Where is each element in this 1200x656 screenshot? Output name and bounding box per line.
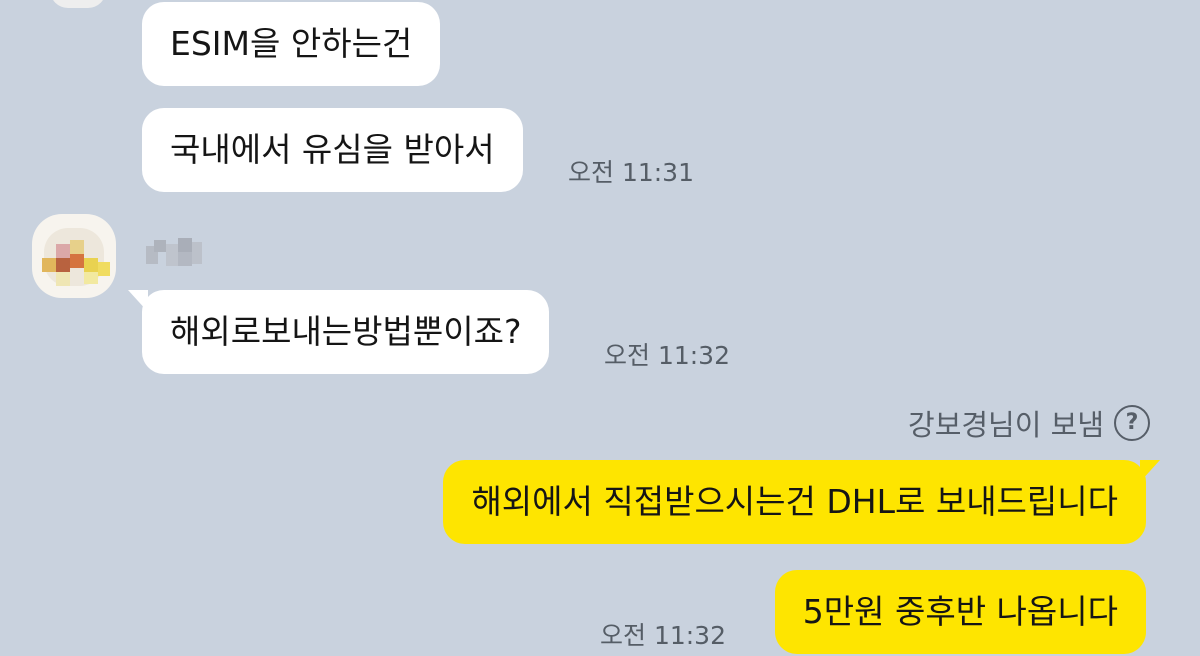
message-bubble-incoming[interactable]: 국내에서 유심을 받아서 — [142, 108, 523, 192]
message-timestamp: 오전 11:32 — [600, 621, 726, 650]
message-text: ESIM을 안하는건 — [170, 24, 413, 63]
message-bubble-outgoing[interactable]: 해외에서 직접받으시는건 DHL로 보내드립니다 — [443, 460, 1160, 544]
message-bubble-outgoing[interactable]: 5만원 중후반 나옵니다 — [774, 570, 1146, 654]
sender-avatar[interactable] — [32, 214, 116, 298]
message-bubble-incoming[interactable]: ESIM을 안하는건 — [142, 2, 441, 86]
message-text: 국내에서 유심을 받아서 — [170, 130, 495, 169]
bubble-tail — [128, 290, 148, 312]
message-timestamp: 오전 11:32 — [604, 341, 730, 370]
message-text: 해외로보내는방법뿐이죠? — [170, 312, 522, 351]
message-text: 해외에서 직접받으시는건 DHL로 보내드립니다 — [471, 482, 1118, 521]
previous-avatar[interactable] — [50, 0, 106, 8]
message-timestamp: 오전 11:31 — [568, 158, 694, 187]
bubble-tail — [1140, 460, 1160, 482]
sent-by-label: 강보경님이 보냄 — [908, 408, 1104, 442]
message-text: 5만원 중후반 나옵니다 — [802, 592, 1118, 631]
message-bubble-incoming[interactable]: 해외로보내는방법뿐이죠? — [128, 290, 550, 374]
sender-name-blurred — [146, 236, 206, 272]
chat-background: ESIM을 안하는건 국내에서 유심을 받아서 오전 11:31 해외로보내는방… — [0, 0, 1200, 656]
question-circle-icon[interactable]: ? — [1114, 405, 1150, 441]
sent-by-row: 강보경님이 보냄 ? — [908, 402, 1150, 444]
